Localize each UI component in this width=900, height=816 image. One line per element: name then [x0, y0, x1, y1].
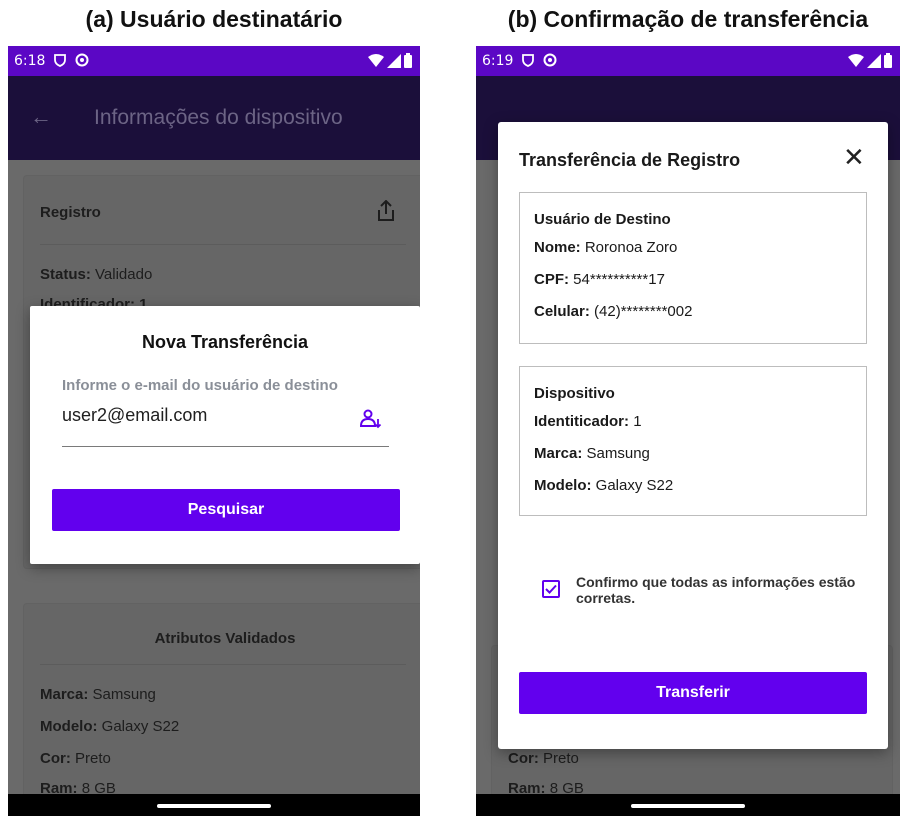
wifi-icon [848, 53, 864, 67]
status-bar: 6:19 [476, 46, 900, 76]
share-icon[interactable] [376, 200, 396, 222]
signal-icon [387, 53, 401, 68]
check-icon [545, 584, 557, 594]
vpn-icon [522, 54, 534, 67]
status-time: 6:19 [482, 53, 514, 69]
nav-bar [8, 794, 420, 816]
new-transfer-dialog: Nova Transferência Informe o e-mail do u… [30, 306, 420, 564]
divider [40, 244, 406, 245]
attr-row-modelo: Modelo: Galaxy S22 [40, 718, 180, 735]
atributos-card: Atributos Validados Marca: Samsung Model… [24, 604, 420, 816]
back-arrow-icon[interactable]: ← [30, 104, 52, 130]
sync-icon [543, 53, 557, 67]
confirm-checkbox[interactable] [542, 580, 560, 598]
caption-a: (a) Usuário destinatário [85, 6, 343, 32]
status-row: Status: Validado [40, 266, 153, 283]
nav-bar [476, 794, 900, 816]
page-title: Informações do dispositivo [94, 106, 343, 129]
confirm-label: Confirmo que todas as informações estão … [576, 574, 856, 606]
transfer-confirm-dialog: Transferência de Registro ✕ Usuário de D… [498, 122, 888, 749]
identifier-row: Identiticador: 1 [534, 413, 642, 430]
search-button[interactable]: Pesquisar [52, 489, 400, 531]
home-gesture-pill[interactable] [631, 804, 745, 808]
attr-row-cor: Cor: Preto [40, 750, 111, 767]
status-time: 6:18 [14, 53, 46, 69]
card-title: Registro [40, 204, 101, 221]
section-heading: Usuário de Destino [534, 211, 671, 228]
device-box: Dispositivo Identiticador: 1 Marca: Sams… [519, 366, 867, 516]
phone-screen-b: 6:19 Cor: Preto Ram: 8 GB Transferência … [476, 46, 900, 816]
phone-row: Celular: (42)********002 [534, 303, 693, 320]
name-row: Nome: Roronoa Zoro [534, 239, 678, 256]
brand-row: Marca: Samsung [534, 445, 650, 462]
app-bar: ← Informações do dispositivo [8, 76, 420, 160]
email-field[interactable] [62, 405, 342, 426]
attr-row-cor: Cor: Preto [508, 750, 579, 767]
dialog-title: Transferência de Registro [519, 150, 741, 170]
section-heading: Dispositivo [534, 385, 615, 402]
phone-screen-a: 6:18 ← Informações do dispositivo Regist… [8, 46, 420, 816]
battery-icon [404, 53, 412, 68]
sync-icon [75, 53, 89, 67]
email-underline [62, 446, 389, 447]
caption-b: (b) Confirmação de transferência [507, 6, 869, 32]
close-icon[interactable]: ✕ [843, 144, 865, 170]
card-title: Atributos Validados [154, 630, 296, 647]
model-row: Modelo: Galaxy S22 [534, 477, 674, 494]
transfer-button[interactable]: Transferir [519, 672, 867, 714]
destination-user-box: Usuário de Destino Nome: Roronoa Zoro CP… [519, 192, 867, 344]
battery-icon [884, 53, 892, 68]
person-arrow-down-icon[interactable] [360, 408, 382, 430]
email-field-label: Informe o e-mail do usuário de destino [62, 377, 338, 394]
vpn-icon [54, 54, 66, 67]
attr-row-marca: Marca: Samsung [40, 686, 156, 703]
signal-icon [867, 53, 881, 68]
home-gesture-pill[interactable] [157, 804, 271, 808]
wifi-icon [368, 53, 384, 67]
dialog-title: Nova Transferência [141, 332, 309, 352]
divider [40, 664, 406, 665]
cpf-row: CPF: 54**********17 [534, 271, 665, 288]
status-bar: 6:18 [8, 46, 420, 76]
